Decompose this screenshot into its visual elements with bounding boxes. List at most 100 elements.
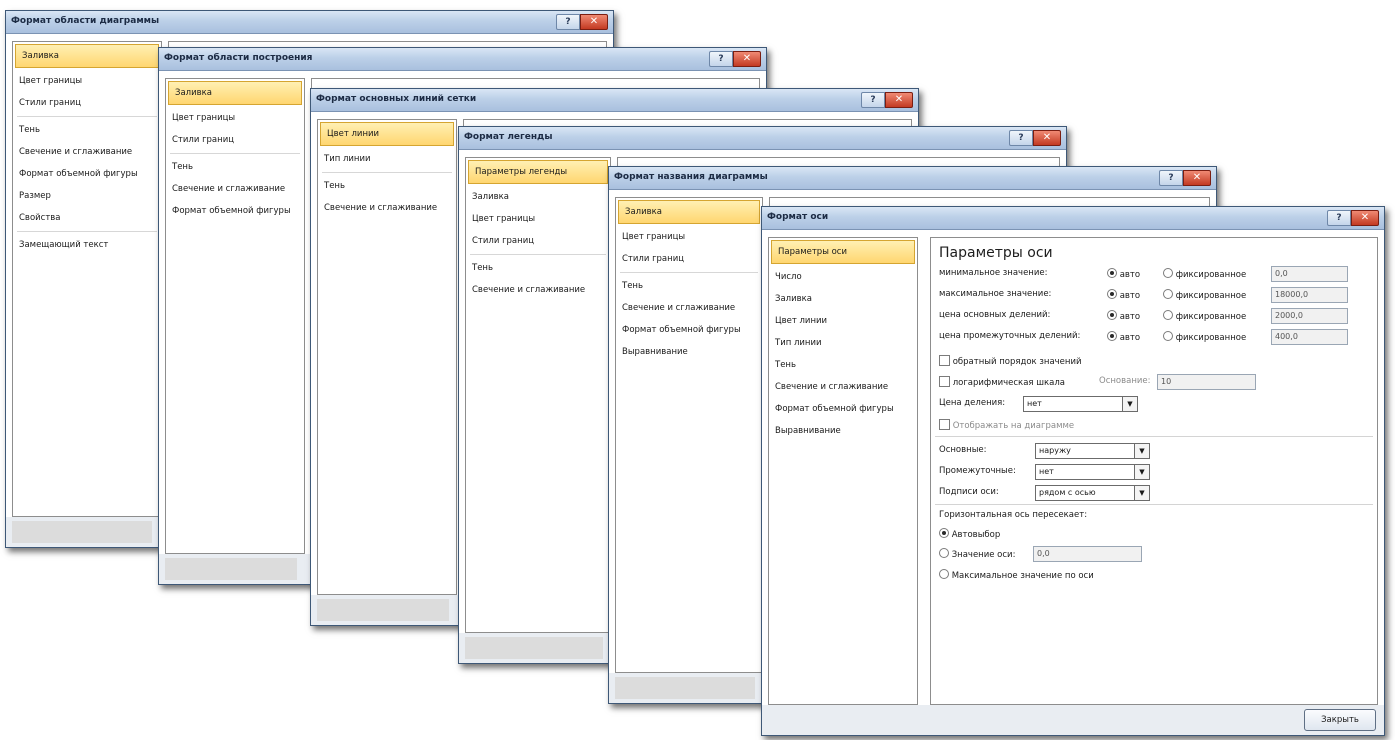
nav-item[interactable]: Заливка bbox=[618, 200, 760, 224]
title-bar: Формат названия диаграммы ? ✕ bbox=[609, 167, 1216, 190]
nav-item[interactable]: Число bbox=[769, 266, 917, 288]
auto-radio[interactable] bbox=[1107, 268, 1117, 278]
nav-item[interactable]: Свойства bbox=[13, 207, 161, 229]
minor-tick-select[interactable]: нет ▼ bbox=[1035, 464, 1150, 480]
nav-item[interactable]: Свечение и сглаживание bbox=[166, 178, 304, 200]
close-icon[interactable]: ✕ bbox=[1351, 210, 1379, 226]
nav-item[interactable]: Заливка bbox=[15, 44, 159, 68]
nav-item[interactable]: Замещающий текст bbox=[13, 234, 161, 256]
help-icon[interactable]: ? bbox=[556, 14, 580, 30]
help-icon[interactable]: ? bbox=[1159, 170, 1183, 186]
close-icon[interactable]: ✕ bbox=[1183, 170, 1211, 186]
nav-item[interactable]: Цвет линии bbox=[769, 310, 917, 332]
nav-item[interactable]: Свечение и сглаживание bbox=[466, 279, 610, 301]
axis-labels-select[interactable]: рядом с осью ▼ bbox=[1035, 485, 1150, 501]
nav-item[interactable]: Тень bbox=[318, 175, 456, 197]
select-value: рядом с осью bbox=[1039, 488, 1096, 497]
help-icon[interactable]: ? bbox=[1327, 210, 1351, 226]
close-icon[interactable]: ✕ bbox=[733, 51, 761, 67]
axis-labels-row: Подписи оси: рядом с осью ▼ bbox=[939, 485, 1159, 501]
max-value-field[interactable]: 18000,0 bbox=[1271, 287, 1348, 303]
nav-item[interactable]: Заливка bbox=[168, 81, 302, 105]
chevron-down-icon: ▼ bbox=[1134, 465, 1149, 479]
help-icon[interactable]: ? bbox=[861, 92, 885, 108]
nav-list: Параметры легенды Заливка Цвет границы С… bbox=[465, 157, 611, 633]
nav-item[interactable]: Свечение и сглаживание bbox=[616, 297, 762, 319]
major-unit-field[interactable]: 2000,0 bbox=[1271, 308, 1348, 324]
crosses-value-radio[interactable] bbox=[939, 548, 949, 558]
crosses-heading: Горизонтальная ось пересекает: bbox=[939, 510, 1088, 520]
base-field[interactable]: 10 bbox=[1157, 374, 1256, 390]
nav-item[interactable]: Параметры оси bbox=[771, 240, 915, 264]
base-label: Основание: bbox=[1099, 376, 1151, 386]
nav-item[interactable]: Параметры легенды bbox=[468, 160, 608, 184]
close-button[interactable]: Закрыть bbox=[1304, 709, 1376, 731]
close-icon[interactable]: ✕ bbox=[1033, 130, 1061, 146]
nav-item[interactable]: Заливка bbox=[769, 288, 917, 310]
fixed-radio[interactable] bbox=[1163, 289, 1173, 299]
chevron-down-icon: ▼ bbox=[1122, 397, 1137, 411]
nav-item[interactable]: Тень bbox=[769, 354, 917, 376]
nav-item[interactable]: Тип линии bbox=[769, 332, 917, 354]
nav-item[interactable]: Цвет границы bbox=[166, 107, 304, 129]
show-on-chart-checkbox[interactable] bbox=[939, 419, 950, 430]
show-on-chart-label: Отображать на диаграмме bbox=[952, 421, 1075, 431]
nav-item[interactable]: Свечение и сглаживание bbox=[769, 376, 917, 398]
nav-item[interactable]: Стили границ bbox=[13, 92, 161, 114]
button-placeholder bbox=[465, 637, 603, 659]
major-tick-select[interactable]: наружу ▼ bbox=[1035, 443, 1150, 459]
auto-radio[interactable] bbox=[1107, 310, 1117, 320]
divider bbox=[17, 231, 157, 232]
nav-item[interactable]: Выравнивание bbox=[769, 420, 917, 442]
nav-item[interactable]: Цвет линии bbox=[320, 122, 454, 146]
nav-item[interactable]: Размер bbox=[13, 185, 161, 207]
nav-item[interactable]: Свечение и сглаживание bbox=[13, 141, 161, 163]
log-scale-checkbox[interactable] bbox=[939, 376, 950, 387]
axis-options-pane: Параметры оси минимальное значение: авто… bbox=[930, 237, 1378, 705]
nav-item[interactable]: Тень bbox=[466, 257, 610, 279]
fixed-radio[interactable] bbox=[1163, 331, 1173, 341]
reverse-order-checkbox[interactable] bbox=[939, 355, 950, 366]
nav-item[interactable]: Стили границ bbox=[166, 129, 304, 151]
nav-item[interactable]: Тень bbox=[13, 119, 161, 141]
nav-item[interactable]: Свечение и сглаживание bbox=[318, 197, 456, 219]
auto-radio[interactable] bbox=[1107, 289, 1117, 299]
nav-item[interactable]: Формат объемной фигуры bbox=[616, 319, 762, 341]
auto-radio[interactable] bbox=[1107, 331, 1117, 341]
log-scale-row: логарифмическая шкала Основание: 10 bbox=[939, 374, 1269, 390]
window-title: Формат области построения bbox=[164, 53, 313, 63]
reverse-order-label: обратный порядок значений bbox=[952, 357, 1082, 367]
fixed-radio[interactable] bbox=[1163, 310, 1173, 320]
nav-item[interactable]: Цвет границы bbox=[13, 70, 161, 92]
nav-item[interactable]: Цвет границы bbox=[616, 226, 762, 248]
crosses-value-field[interactable]: 0,0 bbox=[1033, 546, 1142, 562]
button-placeholder bbox=[165, 558, 297, 580]
panel-heading: Параметры оси bbox=[939, 245, 1053, 261]
max-value-row: максимальное значение: авто фиксированно… bbox=[939, 287, 1359, 303]
crosses-auto-radio[interactable] bbox=[939, 528, 949, 538]
divider bbox=[170, 153, 300, 154]
close-icon[interactable]: ✕ bbox=[580, 14, 608, 30]
help-icon[interactable]: ? bbox=[1009, 130, 1033, 146]
nav-item[interactable]: Стили границ bbox=[466, 230, 610, 252]
crosses-max-radio[interactable] bbox=[939, 569, 949, 579]
nav-item[interactable]: Тень bbox=[166, 156, 304, 178]
help-icon[interactable]: ? bbox=[709, 51, 733, 67]
minor-unit-field[interactable]: 400,0 bbox=[1271, 329, 1348, 345]
nav-item[interactable]: Стили границ bbox=[616, 248, 762, 270]
nav-item[interactable]: Формат объемной фигуры bbox=[13, 163, 161, 185]
min-value-field[interactable]: 0,0 bbox=[1271, 266, 1348, 282]
minor-tick-row: Промежуточные: нет ▼ bbox=[939, 464, 1159, 480]
nav-item[interactable]: Тип линии bbox=[318, 148, 456, 170]
crosses-max-label: Максимальное значение по оси bbox=[951, 571, 1094, 581]
nav-item[interactable]: Формат объемной фигуры bbox=[166, 200, 304, 222]
nav-item[interactable]: Тень bbox=[616, 275, 762, 297]
nav-item[interactable]: Выравнивание bbox=[616, 341, 762, 363]
nav-item[interactable]: Цвет границы bbox=[466, 208, 610, 230]
nav-item[interactable]: Заливка bbox=[466, 186, 610, 208]
display-units-select[interactable]: нет ▼ bbox=[1023, 396, 1138, 412]
close-icon[interactable]: ✕ bbox=[885, 92, 913, 108]
nav-item[interactable]: Формат объемной фигуры bbox=[769, 398, 917, 420]
display-units-row: Цена деления: нет ▼ bbox=[939, 396, 1159, 412]
fixed-radio[interactable] bbox=[1163, 268, 1173, 278]
